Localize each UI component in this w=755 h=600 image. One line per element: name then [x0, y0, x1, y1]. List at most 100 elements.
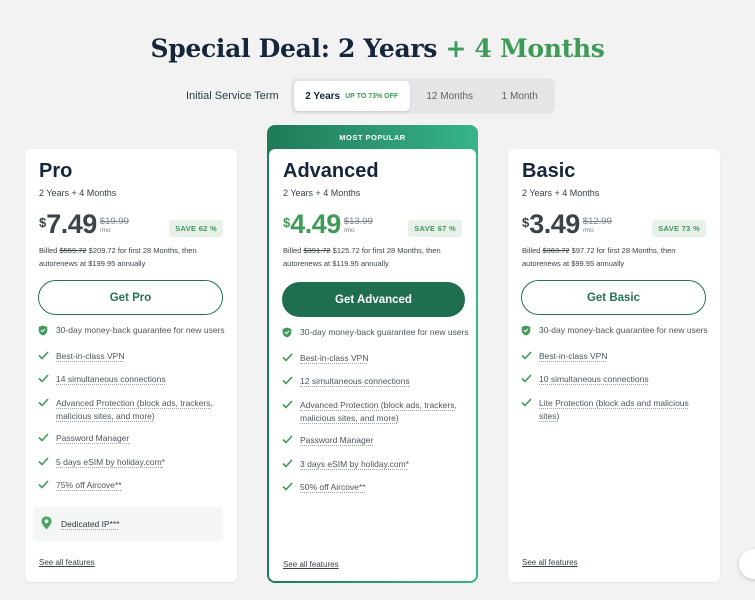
plan-name: Advanced	[283, 160, 379, 182]
feature-item: 75% off Aircove**	[38, 479, 228, 493]
dedicated-ip-label[interactable]: Dedicated IP***	[61, 519, 120, 529]
feature-text[interactable]: 10 simultaneous connections	[539, 373, 649, 386]
billed-original: $559.72	[59, 246, 87, 255]
feature-text[interactable]: 12 simultaneous connections	[300, 375, 410, 388]
feature-text[interactable]: 5 days eSIM by holiday.com*	[56, 456, 165, 469]
feature-item: Advanced Protection (block ads, trackers…	[282, 399, 472, 425]
feature-text[interactable]: Best-in-class VPN	[539, 350, 608, 363]
price: $ 7.49 $19.99 /mo	[39, 211, 129, 238]
plan-card-advanced: MOST POPULAR Advanced 2 Years + 4 Months…	[267, 125, 478, 583]
original-price: $13.99	[343, 216, 373, 227]
feature-text[interactable]: Best-in-class VPN	[56, 350, 125, 363]
check-icon	[282, 435, 294, 448]
chat-widget-button[interactable]	[739, 549, 755, 579]
original-price: $19.99	[99, 216, 129, 227]
location-pin-icon	[41, 516, 52, 532]
feature-list: 30-day money-back guarantee for new user…	[521, 324, 711, 432]
feature-item: 10 simultaneous connections	[521, 373, 711, 387]
plan-card-pro: Pro 2 Years + 4 Months $ 7.49 $19.99 /mo…	[25, 149, 237, 582]
feature-item: 12 simultaneous connections	[282, 375, 472, 389]
shield-icon	[521, 325, 533, 340]
billing-info: Billed $391.72 $125.72 for first 28 Mont…	[283, 244, 473, 270]
check-icon	[38, 456, 50, 470]
save-badge: SAVE 73 %	[652, 220, 706, 237]
feature-text[interactable]: Advanced Protection (block ads, trackers…	[56, 397, 228, 423]
term-option-12-months[interactable]: 12 Months	[410, 81, 490, 111]
monthly-price: 7.49	[46, 209, 97, 239]
term-toggle: 2 Years UP TO 73% OFF 12 Months 1 Month	[290, 78, 555, 114]
feature-item: 3 days eSIM by holiday.com*	[282, 458, 472, 472]
term-option-1-month[interactable]: 1 Month	[490, 81, 550, 111]
check-icon	[38, 480, 50, 493]
feature-list: 30-day money-back guarantee for new user…	[282, 326, 472, 505]
feature-text[interactable]: Lite Protection (block ads and malicious…	[539, 397, 711, 423]
original-price: $12.99	[582, 216, 612, 227]
monthly-price: 3.49	[529, 209, 580, 239]
feature-text[interactable]: 50% off Aircove**	[300, 481, 366, 494]
price: $ 3.49 $12.99 /mo	[522, 211, 612, 238]
see-all-features-link[interactable]: See all features	[283, 560, 339, 569]
feature-text[interactable]: 3 days eSIM by holiday.com*	[300, 458, 409, 471]
feature-text[interactable]: Password Manager	[300, 434, 373, 447]
billing-info: Billed $363.72 $97.72 for first 28 Month…	[522, 244, 712, 270]
feature-text[interactable]: Password Manager	[56, 432, 129, 445]
discount-badge: UP TO 73% OFF	[345, 92, 399, 100]
feature-list: 30-day money-back guarantee for new user…	[38, 324, 228, 503]
feature-item: Password Manager	[282, 434, 472, 448]
check-icon	[521, 397, 533, 411]
check-icon	[521, 350, 533, 364]
feature-item: Best-in-class VPN	[282, 352, 472, 366]
check-icon	[282, 352, 294, 366]
check-icon	[282, 458, 294, 472]
shield-icon	[282, 327, 294, 342]
billed-original: $391.72	[303, 246, 331, 255]
currency-symbol: $	[283, 215, 291, 230]
headline-bonus: + 4 Months	[445, 34, 605, 63]
feature-item: Password Manager	[38, 432, 228, 446]
currency-symbol: $	[522, 215, 530, 230]
feature-text: 30-day money-back guarantee for new user…	[56, 325, 225, 335]
plan-card-basic: Basic 2 Years + 4 Months $ 3.49 $12.99 /…	[508, 149, 720, 582]
page-headline: Special Deal: 2 Years + 4 Months	[0, 34, 755, 63]
save-badge: SAVE 67 %	[408, 220, 462, 237]
check-icon	[282, 482, 294, 495]
feature-item: Best-in-class VPN	[38, 350, 228, 364]
term-option-label: 2 Years	[305, 90, 341, 102]
feature-text[interactable]: Best-in-class VPN	[300, 352, 369, 365]
headline-main: Special Deal: 2 Years	[150, 34, 438, 63]
service-term-selector: Initial Service Term 2 Years UP TO 73% O…	[186, 78, 555, 114]
original-price-block: $19.99 /mo	[100, 216, 129, 234]
currency-symbol: $	[39, 215, 47, 230]
billing-info: Billed $559.72 $209.72 for first 28 Mont…	[39, 244, 229, 270]
original-price-block: $13.99 /mo	[344, 216, 373, 234]
feature-text[interactable]: 14 simultaneous connections	[56, 373, 166, 386]
price: $ 4.49 $13.99 /mo	[283, 211, 373, 238]
get-basic-button[interactable]: Get Basic	[521, 280, 706, 315]
billed-original: $363.72	[542, 246, 570, 255]
feature-item: 30-day money-back guarantee for new user…	[38, 324, 228, 340]
feature-item: 50% off Aircove**	[282, 481, 472, 495]
per-month: /mo	[582, 227, 594, 234]
plan-term: 2 Years + 4 Months	[39, 188, 117, 198]
monthly-price: 4.49	[290, 209, 341, 239]
billed-prefix: Billed	[39, 246, 60, 255]
plan-name: Pro	[39, 160, 73, 182]
dedicated-ip-addon: Dedicated IP***	[33, 507, 223, 541]
see-all-features-link[interactable]: See all features	[522, 558, 578, 567]
check-icon	[38, 350, 50, 364]
term-option-2-years[interactable]: 2 Years UP TO 73% OFF	[293, 81, 410, 111]
feature-item: 5 days eSIM by holiday.com*	[38, 456, 228, 470]
feature-text: 30-day money-back guarantee for new user…	[300, 327, 469, 337]
original-price-block: $12.99 /mo	[583, 216, 612, 234]
feature-item: 14 simultaneous connections	[38, 373, 228, 387]
get-advanced-button[interactable]: Get Advanced	[282, 282, 465, 317]
feature-text[interactable]: Advanced Protection (block ads, trackers…	[300, 399, 472, 425]
check-icon	[521, 374, 533, 387]
feature-item: Lite Protection (block ads and malicious…	[521, 397, 711, 423]
get-pro-button[interactable]: Get Pro	[38, 280, 223, 315]
save-badge: SAVE 62 %	[169, 220, 223, 237]
shield-icon	[38, 325, 50, 340]
see-all-features-link[interactable]: See all features	[39, 558, 95, 567]
feature-text[interactable]: 75% off Aircove**	[56, 479, 122, 492]
feature-item: Advanced Protection (block ads, trackers…	[38, 397, 228, 423]
